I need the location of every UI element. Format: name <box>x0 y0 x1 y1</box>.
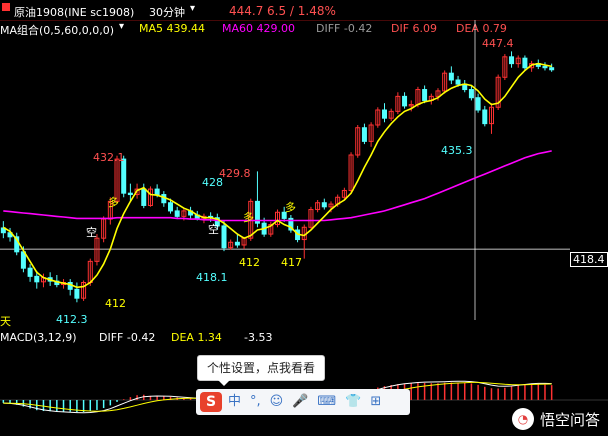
ime-chinese-mode-icon[interactable]: 中 <box>228 392 241 412</box>
candle-body <box>27 267 33 277</box>
candle-body <box>381 109 387 119</box>
ime-punctuation-icon[interactable]: °, <box>250 392 261 412</box>
ime-emoji-icon[interactable]: ☺ <box>270 392 284 412</box>
macd-dea-value: DEA 1.34 <box>171 331 222 344</box>
candle-body <box>174 210 180 217</box>
ime-logo-icon[interactable]: S <box>200 392 222 412</box>
candle-body <box>321 202 327 208</box>
day-marker: 天 <box>0 315 11 328</box>
candle-body <box>154 188 160 196</box>
candle-body <box>522 57 528 69</box>
candle-body <box>455 79 461 85</box>
annotation-high-4474: 447.4 <box>482 37 514 50</box>
price-chart[interactable] <box>0 20 608 320</box>
ime-skin-icon[interactable]: 👕 <box>345 392 361 412</box>
symbol-name[interactable]: 原油1908(INE sc1908) <box>14 4 134 20</box>
chevron-down-icon[interactable]: ▾ <box>190 3 195 14</box>
macd-value: -3.53 <box>244 331 273 344</box>
macd-diff-value: DIFF -0.42 <box>99 331 156 344</box>
ime-keyboard-icon[interactable]: ⌨ <box>317 392 336 412</box>
signal-buy-3: 多 <box>285 201 296 214</box>
symbol-marker-icon <box>2 3 10 11</box>
candle-body <box>542 65 548 69</box>
signal-sell-2: 空 <box>208 223 219 236</box>
candle-body <box>221 225 227 249</box>
candle-body <box>127 192 133 196</box>
last-price: 444.7 <box>229 4 264 18</box>
ime-voice-icon[interactable]: 🎤 <box>292 392 308 412</box>
signal-sell-1: 空 <box>86 226 97 239</box>
candle-body <box>234 241 240 246</box>
candle-body <box>482 109 488 125</box>
price-change: 6.5 / 1.48% <box>267 4 336 18</box>
annotation-412: 412 <box>239 256 260 269</box>
watermark-text: 悟空问答 <box>539 410 600 429</box>
annotation-high-4298: 429.8 <box>219 167 251 180</box>
candle-body <box>121 158 127 194</box>
candle-body <box>448 72 454 81</box>
macd-indicator-name[interactable]: MACD(3,12,9) <box>0 331 77 344</box>
annotation-417: 417 <box>281 256 302 269</box>
annotation-high-432: 432.1 <box>93 151 125 164</box>
annotation-low-4353: 435.3 <box>441 144 473 157</box>
wukong-logo-icon: ◔ <box>511 408 534 430</box>
candle-body <box>141 188 147 206</box>
candle-body <box>34 275 40 283</box>
candle-body <box>549 67 555 71</box>
annotation-412b: 412 <box>105 297 126 310</box>
ime-toolbar[interactable]: S 中 °, ☺ 🎤 ⌨ 👕 ⊞ <box>196 389 410 415</box>
candle-body <box>475 97 481 111</box>
candle-body <box>74 288 80 299</box>
candle-body <box>402 95 408 107</box>
candle-body <box>509 56 515 65</box>
signal-buy-2: 多 <box>243 211 254 224</box>
candle-body <box>168 202 174 212</box>
candle-body <box>468 89 474 99</box>
ime-tooltip[interactable]: 个性设置，点我看看 <box>197 355 325 386</box>
candle-body <box>422 89 428 101</box>
annotation-low-4123: 412.3 <box>56 313 88 326</box>
ime-toolbox-icon[interactable]: ⊞ <box>370 392 381 412</box>
watermark: ◔ 悟空问答 <box>511 408 600 430</box>
crosshair-price-label: 418.4 <box>570 252 608 267</box>
candle-body <box>361 127 367 142</box>
signal-buy-1: 多 <box>108 196 119 209</box>
annotation-low-4181: 418.1 <box>196 271 228 284</box>
period-selector[interactable]: 30分钟 <box>149 4 185 20</box>
